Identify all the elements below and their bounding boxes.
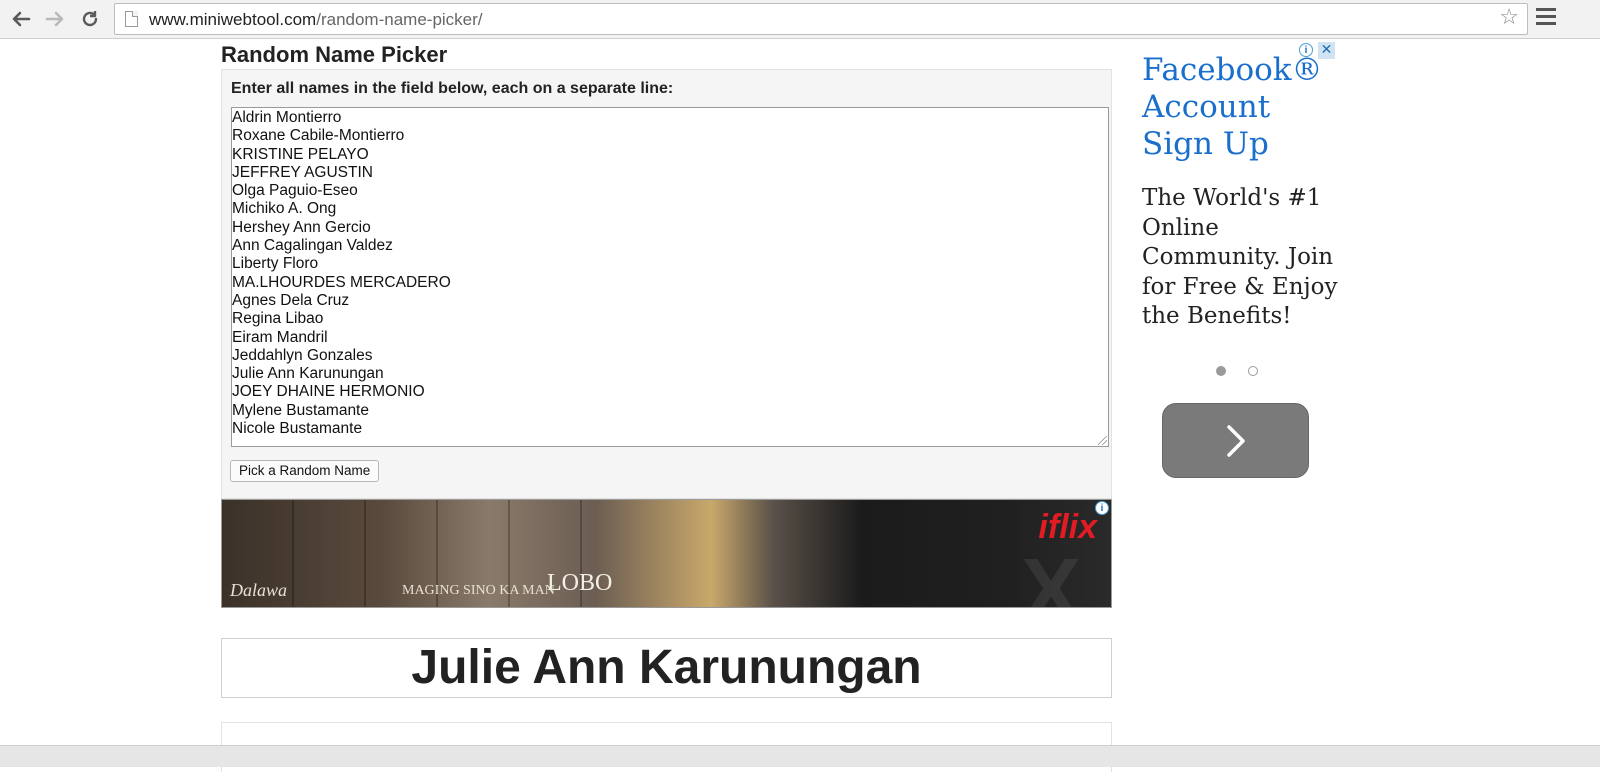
name-line: Olga Paguio-Eseo	[232, 182, 358, 200]
page-title: Random Name Picker	[221, 42, 448, 67]
side-ad-body: The World's #1 Online Community. Join fo…	[1142, 185, 1338, 329]
picked-name: Julie Ann Karunungan	[411, 641, 922, 694]
forward-arrow-icon[interactable]	[42, 7, 68, 31]
iflix-logo: iflix	[1038, 508, 1097, 546]
page-icon	[125, 11, 138, 27]
name-line: Mylene Bustamante	[232, 401, 369, 419]
url-host: www.miniwebtool.com	[149, 10, 317, 29]
browser-toolbar: www.miniwebtool.com/random-name-picker/ …	[0, 0, 1600, 39]
name-line: Nicole Bustamante	[232, 420, 363, 438]
name-line: Hershey Ann Gercio	[232, 218, 371, 236]
name-line: Roxane Cabile-Montierro	[232, 127, 405, 145]
name-line: MA.LHOURDES MERCADERO	[232, 273, 451, 291]
name-line: Julie Ann Karunungan	[232, 365, 384, 383]
star-icon[interactable]: ☆	[1499, 5, 1519, 30]
resize-handle[interactable]	[1098, 436, 1107, 445]
back-arrow-icon[interactable]	[8, 7, 34, 31]
name-line: Regina Libao	[232, 310, 324, 328]
side-ad-title[interactable]: Facebook® Account Sign Up	[1142, 52, 1342, 163]
reload-icon[interactable]	[77, 7, 103, 31]
name-line: JEFFREY AGUSTIN	[232, 163, 373, 181]
carousel-dot-2[interactable]	[1248, 366, 1258, 376]
form-instruction: Enter all names in the field below, each…	[231, 80, 674, 97]
name-line: Jeddahlyn Gonzales	[232, 346, 373, 364]
name-line: Agnes Dela Cruz	[232, 291, 350, 309]
url-text[interactable]: www.miniwebtool.com/random-name-picker/	[149, 10, 483, 30]
name-line: Michiko A. Ong	[232, 200, 337, 218]
banner-caption: MAGING SINO KA MAN	[402, 583, 555, 598]
side-ad-next-button[interactable]	[1162, 403, 1309, 478]
ad-info-icon[interactable]: i	[1095, 501, 1109, 515]
result-box: Julie Ann Karunungan	[221, 638, 1112, 698]
banner-decoration: X	[1020, 541, 1081, 608]
name-line: JOEY DHAINE HERMONIO	[232, 383, 425, 401]
banner-caption: Dalawa	[230, 580, 288, 600]
name-line: Eiram Mandril	[232, 328, 328, 346]
name-line: Ann Cagalingan Valdez	[232, 237, 393, 255]
carousel-dot-1[interactable]	[1216, 366, 1226, 376]
names-textarea[interactable]: Aldrin Montierro Roxane Cabile-Montierro…	[231, 107, 1109, 447]
url-path: /random-name-picker/	[316, 10, 483, 29]
name-form: Enter all names in the field below, each…	[221, 69, 1112, 499]
banner-ad[interactable]: Dalawa MAGING SINO KA MAN LOBO X iflix	[221, 499, 1112, 608]
name-line: Aldrin Montierro	[232, 109, 342, 126]
address-bar[interactable]: www.miniwebtool.com/random-name-picker/ …	[114, 3, 1528, 35]
bottom-bar	[0, 745, 1600, 767]
banner-caption: LOBO	[547, 570, 613, 596]
pick-random-name-button[interactable]: Pick a Random Name	[230, 460, 380, 482]
name-line: Liberty Floro	[232, 255, 319, 273]
name-line: KRISTINE PELAYO	[232, 145, 369, 163]
chevron-right-icon	[1226, 424, 1245, 457]
hamburger-menu-icon[interactable]	[1536, 8, 1556, 28]
